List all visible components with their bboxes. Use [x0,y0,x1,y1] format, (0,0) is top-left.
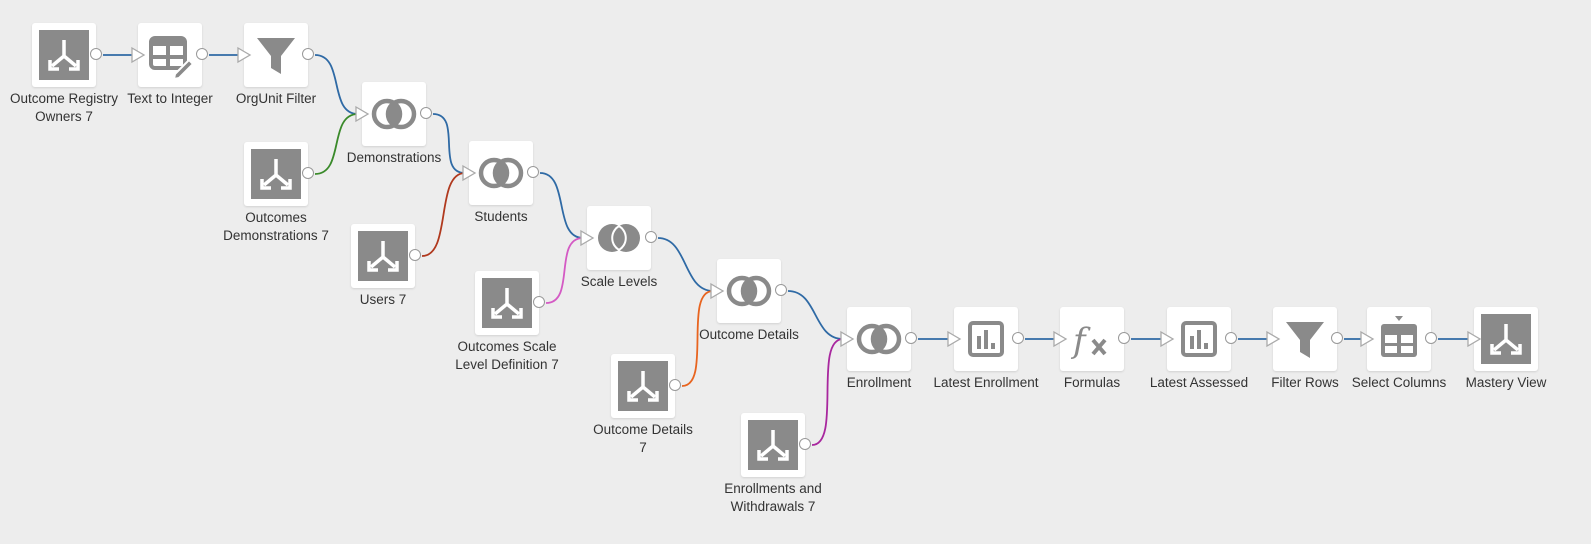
edge-n11-n13[interactable] [787,290,844,340]
edge-n5-n7[interactable] [432,113,466,174]
input-port-icon[interactable] [947,330,962,348]
input-port-icon[interactable] [1053,330,1068,348]
edge-layer [103,46,1482,446]
edge-n10-n11[interactable] [681,290,714,387]
edge-n4-n5[interactable] [314,113,359,175]
edge-n9-n11[interactable] [657,237,714,292]
edge-n7-n9[interactable] [539,172,584,239]
input-port-icon[interactable] [462,164,477,182]
edge-n8-n9[interactable] [545,237,584,304]
input-port-icon[interactable] [237,46,252,64]
input-port-icon[interactable] [710,282,725,300]
edge-n12-n13[interactable] [811,338,844,446]
edge-n3-n5[interactable] [314,54,359,115]
input-port-icon[interactable] [1160,330,1175,348]
input-port-icon[interactable] [355,105,370,123]
input-port-icon[interactable] [840,330,855,348]
input-port-icon[interactable] [580,229,595,247]
input-port-icon[interactable] [131,46,146,64]
input-port-icon[interactable] [1467,330,1482,348]
input-port-icon[interactable] [1360,330,1375,348]
input-port-icon[interactable] [1266,330,1281,348]
edge-n6-n7[interactable] [421,172,466,257]
